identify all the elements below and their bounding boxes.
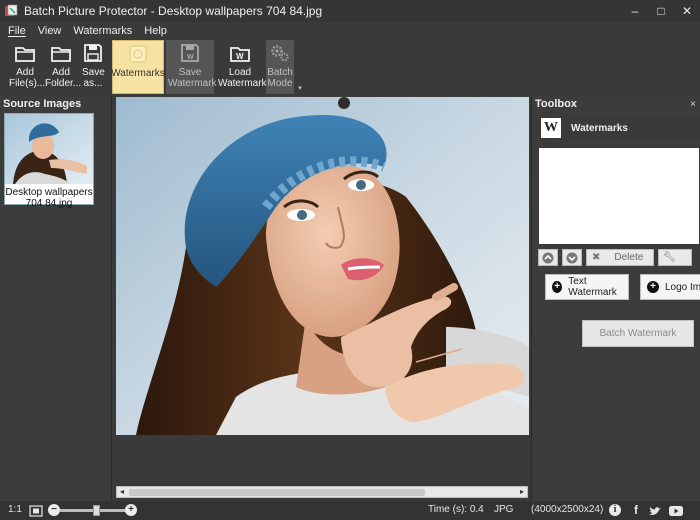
add-folder-icon [51,47,71,62]
horizontal-scrollbar[interactable]: ◂ ▸ [116,486,528,498]
save-icon [84,44,102,62]
zoom-actual-size[interactable]: 1:1 [8,504,22,515]
wrench-icon: 🔧︎ [663,252,676,263]
save-as-button[interactable]: Save as... [80,40,106,94]
zoom-slider-knob[interactable] [93,505,101,516]
close-button[interactable]: ✕ [674,0,700,22]
twitter-icon[interactable] [648,505,662,517]
text-watermark-label: Text Watermark [568,276,617,298]
move-up-button[interactable] [538,249,558,266]
minimize-button[interactable]: – [622,0,648,22]
toolbar-overflow-icon[interactable]: ▾ [296,40,304,94]
move-down-button[interactable] [562,249,582,266]
menu-watermarks[interactable]: Watermarks [73,25,132,37]
thumbnail-image [5,114,93,184]
toolbox-close-icon[interactable]: × [690,99,696,110]
svg-text:W: W [187,54,194,61]
save-watermark-label: Save Watermark [168,67,217,89]
save-as-label: Save as... [82,67,105,89]
logo-image-button[interactable]: + Logo Im [640,274,700,300]
scrollbar-thumb[interactable] [129,489,425,496]
add-folder-label: Add Folder... [45,67,82,89]
load-watermark-button[interactable]: W Load Watermark [216,40,267,94]
add-files-label: Add File(s)... [9,67,46,89]
toolbox-panel: Toolbox × W Watermarks ✖ Delete 🔧︎ + Tex… [531,97,700,501]
toolbox-title: Toolbox [535,98,577,110]
youtube-icon[interactable] [668,505,684,517]
image-dimensions: (4000x2500x24) [531,504,604,515]
menu-help[interactable]: Help [144,25,167,37]
delete-icon: ✖ [592,252,601,263]
thumbnail-label: Desktop wallpapers 704 84.jpg [5,187,93,209]
zoom-out-button[interactable]: − [48,504,60,516]
logo-image-label: Logo Im [664,281,700,293]
source-image-item[interactable]: Desktop wallpapers 704 84.jpg [4,113,94,209]
source-images-title: Source Images [3,98,82,110]
scroll-right-icon[interactable]: ▸ [517,487,527,497]
fit-screen-icon[interactable] [29,505,43,517]
arrow-down-icon [566,252,578,263]
processing-time: Time (s): 0.4 [428,504,484,515]
delete-button[interactable]: ✖ Delete [586,249,654,266]
text-watermark-button[interactable]: + Text Watermark [545,274,629,300]
info-icon[interactable]: i [609,504,621,516]
add-logo-icon: + [647,281,659,293]
batch-mode-button[interactable]: Batch Mode [266,40,294,94]
menu-view[interactable]: View [38,25,62,37]
toolbar: Add File(s)... Add Folder... Save as... … [0,40,700,96]
add-files-button[interactable]: Add File(s)... [8,40,46,94]
facebook-icon[interactable]: f [634,503,638,517]
svg-text:W: W [236,52,244,61]
save-watermark-button[interactable]: W Save Watermark [166,40,217,94]
menu-file[interactable]: File [8,25,26,37]
watermarks-header: W Watermarks [535,115,700,141]
watermark-icon [129,45,147,63]
maximize-button[interactable]: □ [648,0,674,22]
zoom-in-button[interactable]: + [125,504,137,516]
window-title: Batch Picture Protector - Desktop wallpa… [24,4,323,18]
add-folder-button[interactable]: Add Folder... [44,40,82,94]
watermarks-list[interactable] [539,148,699,244]
status-bar: 1:1 − + Time (s): 0.4 JPG (4000x2500x24)… [0,501,700,520]
title-bar: Batch Picture Protector - Desktop wallpa… [0,0,700,22]
batch-watermark-button[interactable]: Batch Watermark [582,320,694,347]
preview-photo [116,97,529,435]
menu-bar: File View Watermarks Help [0,22,700,40]
watermarks-section-title: Watermarks [571,122,628,134]
watermark-logo-icon: W [541,118,561,138]
settings-button[interactable]: 🔧︎ [658,249,692,266]
image-format: JPG [494,504,514,515]
watermarks-button[interactable]: Watermarks [111,40,165,94]
gears-icon [271,45,289,62]
save-watermark-icon: W [181,44,199,62]
arrow-up-icon [542,252,554,263]
delete-label: Delete [614,252,644,263]
add-text-icon: + [552,281,563,293]
add-file-icon [15,47,35,62]
app-icon [5,4,18,16]
watermarks-label: Watermarks [111,68,165,79]
scroll-left-icon[interactable]: ◂ [117,487,127,497]
load-watermark-label: Load Watermark [218,67,267,89]
batch-mode-label: Batch Mode [267,67,293,89]
load-watermark-icon: W [230,47,250,62]
source-images-panel: Source Images Desktop wallpapers 704 84.… [0,97,112,501]
image-viewer[interactable]: ◂ ▸ [113,97,531,501]
